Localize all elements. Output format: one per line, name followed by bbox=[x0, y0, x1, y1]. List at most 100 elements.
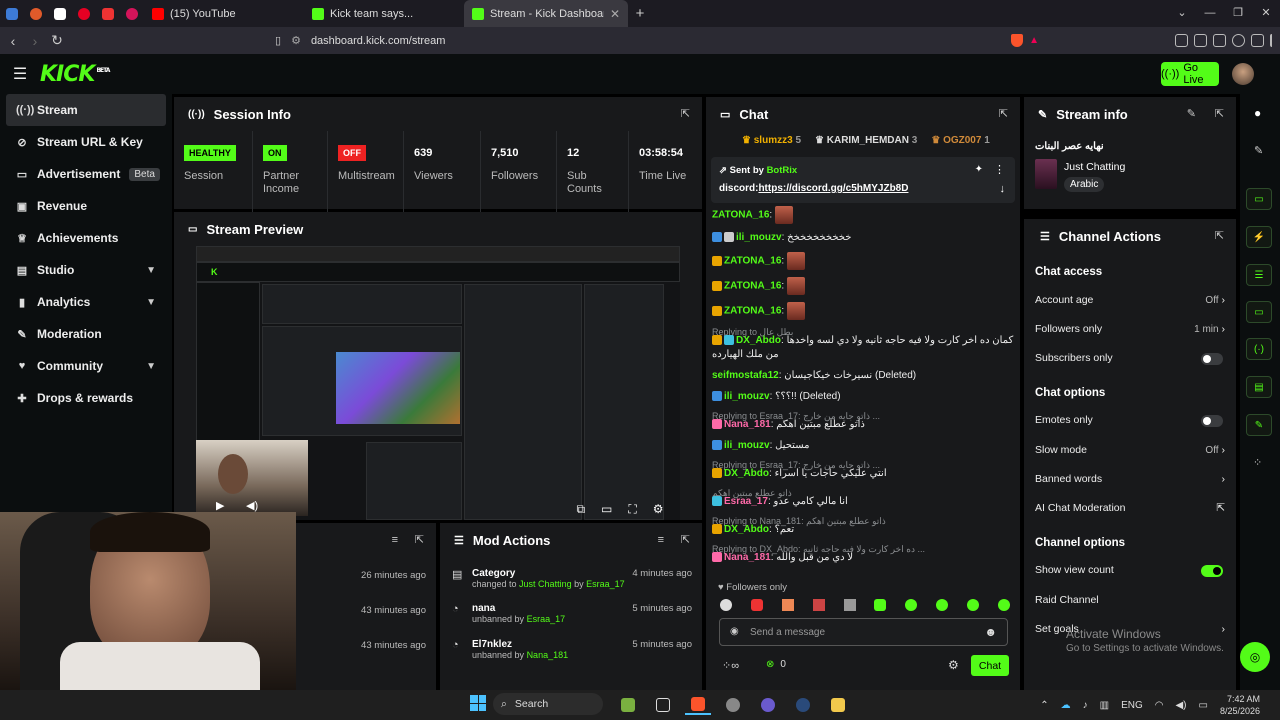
app-icon[interactable] bbox=[720, 695, 746, 715]
windows-start-icon[interactable] bbox=[470, 695, 486, 711]
tray-expand-icon[interactable]: ⌃ bbox=[1040, 700, 1048, 711]
downloads-icon[interactable] bbox=[1232, 34, 1245, 47]
chat-username[interactable]: ili_mouzv bbox=[724, 391, 770, 402]
chat-username[interactable]: DX_Abdo bbox=[724, 468, 769, 479]
chat-username[interactable]: DX_Abdo bbox=[724, 524, 769, 535]
more-options-icon[interactable]: ⋮ bbox=[994, 163, 1005, 176]
support-chat-icon[interactable]: ◎ bbox=[1240, 642, 1270, 672]
emote-icon[interactable] bbox=[967, 599, 979, 611]
microphone-icon[interactable]: ♪ bbox=[1083, 700, 1088, 711]
chat-username[interactable]: ZATONA_16 bbox=[724, 306, 781, 317]
popout-icon[interactable]: ⇱ bbox=[681, 533, 690, 546]
show-view-count-toggle[interactable] bbox=[1201, 565, 1223, 577]
chat-username[interactable]: seifmostafa12 bbox=[712, 370, 779, 381]
info-icon[interactable]: ● bbox=[1254, 106, 1261, 120]
popout-icon[interactable]: ⇱ bbox=[1215, 107, 1224, 120]
edit-icon[interactable]: ✎ bbox=[1254, 144, 1263, 157]
emote-icon[interactable] bbox=[874, 599, 887, 611]
settings-icon[interactable]: ⚙ bbox=[653, 502, 664, 516]
community-icon[interactable]: ⁘ bbox=[1253, 456, 1262, 469]
emote-icon[interactable] bbox=[750, 599, 763, 611]
top-gifter[interactable]: ♛ OGZ007 1 bbox=[931, 135, 989, 146]
moderator-link[interactable]: Esraa_17 bbox=[527, 614, 566, 624]
onedrive-icon[interactable]: ☁ bbox=[1061, 700, 1071, 711]
popout-icon[interactable]: ⇱ bbox=[999, 107, 1008, 120]
unpin-icon[interactable]: ✦ bbox=[975, 164, 983, 175]
pinned-tab-3[interactable] bbox=[48, 0, 72, 27]
raid-channel-row[interactable]: Raid Channel bbox=[1035, 594, 1225, 606]
hamburger-menu-icon[interactable]: ☰ bbox=[0, 64, 40, 84]
chat-username[interactable]: ZATONA_16 bbox=[712, 210, 769, 221]
minimize-icon[interactable]: — bbox=[1196, 0, 1224, 27]
chat-username[interactable]: ili_mouzv bbox=[724, 440, 770, 451]
chat-bubble-icon[interactable]: ▭ bbox=[1246, 301, 1272, 323]
tab-youtube[interactable]: (15) YouTube bbox=[144, 0, 304, 27]
followers-only-row[interactable]: Followers only 1 min › bbox=[1035, 323, 1225, 335]
pinned-tab-6[interactable] bbox=[120, 0, 144, 27]
moderator-link[interactable]: Esraa_17 bbox=[586, 579, 625, 589]
channel-points[interactable]: ⊗ 0 bbox=[766, 659, 786, 670]
chat-username[interactable]: ili_mouzv bbox=[736, 232, 782, 243]
file-explorer-icon[interactable] bbox=[825, 695, 851, 715]
chat-username[interactable]: Esraa_17 bbox=[724, 496, 768, 507]
play-icon[interactable]: ▶ bbox=[216, 499, 224, 512]
tab-list-icon[interactable]: ⌄ bbox=[1168, 0, 1196, 27]
emote-icon[interactable] bbox=[720, 599, 732, 611]
top-gifter[interactable]: ♛ KARIM_HEMDAN 3 bbox=[815, 135, 917, 146]
obs-icon[interactable] bbox=[755, 695, 781, 715]
category-thumbnail[interactable] bbox=[1035, 159, 1057, 189]
restore-icon[interactable]: ❐ bbox=[1224, 0, 1252, 27]
pinned-tab-4[interactable] bbox=[72, 0, 96, 27]
chat-username[interactable]: ZATONA_16 bbox=[724, 281, 781, 292]
fullscreen-icon[interactable]: ⛶ bbox=[628, 502, 636, 517]
chat-username[interactable]: DX_Abdo bbox=[736, 335, 781, 346]
sidebar-item-achievements[interactable]: ♕ Achievements bbox=[0, 222, 172, 254]
battery-icon[interactable]: ▭ bbox=[1199, 700, 1208, 711]
wrench-icon[interactable]: ✎ bbox=[1246, 414, 1272, 436]
sidebar-item-revenue[interactable]: ▣ Revenue bbox=[0, 190, 172, 222]
popout-icon[interactable]: ⇱ bbox=[415, 533, 424, 546]
chat-username[interactable]: Nana_181 bbox=[724, 419, 771, 430]
site-info-icon[interactable]: ⚙ bbox=[291, 34, 301, 47]
sidebar-item-drops[interactable]: ✚ Drops & rewards bbox=[0, 382, 172, 414]
avatar[interactable] bbox=[1232, 63, 1254, 85]
close-tab-icon[interactable]: ✕ bbox=[610, 7, 620, 21]
emote-icon[interactable] bbox=[843, 599, 856, 611]
pinned-tab-1[interactable] bbox=[0, 0, 24, 27]
vpn-icon[interactable] bbox=[1251, 34, 1264, 47]
send-chat-button[interactable]: Chat bbox=[971, 655, 1009, 676]
wifi-icon[interactable]: ◠ bbox=[1155, 700, 1164, 711]
emote-icon[interactable] bbox=[781, 599, 794, 611]
url-text[interactable]: dashboard.kick.com/stream bbox=[311, 35, 446, 47]
kick-logo[interactable]: KICK BETA bbox=[40, 62, 110, 87]
storage-icon[interactable]: ▤ bbox=[1246, 376, 1272, 398]
emoji-icon[interactable]: ☻ bbox=[984, 625, 997, 639]
reply-icon[interactable]: ◉ bbox=[730, 626, 739, 637]
brave-rewards-icon[interactable]: ▲ bbox=[1029, 35, 1039, 46]
extensions-icon[interactable] bbox=[1175, 34, 1188, 47]
filter-icon[interactable]: ≡ bbox=[392, 534, 398, 546]
sidebar-item-studio[interactable]: ▤ Studio ▼ bbox=[0, 254, 172, 286]
broadcast-icon[interactable]: (·) bbox=[1246, 338, 1272, 360]
sidebar-icon[interactable] bbox=[1194, 34, 1207, 47]
sender-name[interactable]: BotRix bbox=[767, 165, 798, 176]
reload-icon[interactable]: ↻ bbox=[46, 32, 68, 49]
chat-tools-icon[interactable]: ⁘∞ bbox=[722, 659, 739, 672]
sidebar-item-stream[interactable]: ((·)) Stream bbox=[6, 94, 166, 126]
close-window-icon[interactable]: ✕ bbox=[1252, 0, 1280, 27]
account-age-row[interactable]: Account age Off › bbox=[1035, 294, 1225, 306]
category-name[interactable]: Just Chatting bbox=[1064, 161, 1125, 173]
task-view-icon[interactable] bbox=[650, 695, 676, 715]
ai-moderation-row[interactable]: AI Chat Moderation ⇱ bbox=[1035, 502, 1225, 514]
widgets-icon[interactable] bbox=[615, 695, 641, 715]
pinned-tab-2[interactable] bbox=[24, 0, 48, 27]
theater-icon[interactable]: ▭ bbox=[601, 502, 612, 516]
bookmark-icon[interactable]: ▯ bbox=[275, 34, 281, 47]
network-icon[interactable]: ▥ bbox=[1100, 700, 1109, 711]
tab-kick-dashboard[interactable]: Stream - Kick Dashboard ✕ bbox=[464, 0, 628, 27]
banned-words-row[interactable]: Banned words › bbox=[1035, 473, 1225, 485]
popout-icon[interactable]: ⇱ bbox=[681, 107, 690, 120]
slow-mode-row[interactable]: Slow mode Off › bbox=[1035, 444, 1225, 456]
sidebar-item-advertisement[interactable]: ▭ Advertisement Beta bbox=[0, 158, 172, 190]
brave-shield-icon[interactable] bbox=[1011, 34, 1024, 47]
